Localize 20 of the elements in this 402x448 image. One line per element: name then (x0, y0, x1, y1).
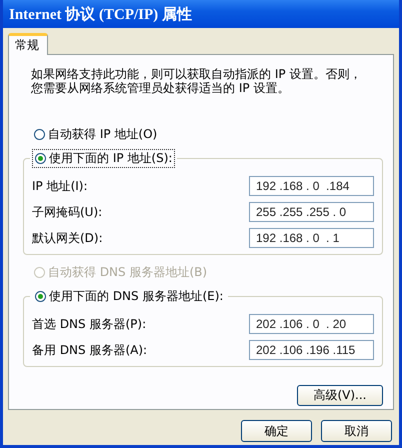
description-text: 如果网络支持此功能，则可以获取自动指派的 IP 设置。否则， (31, 67, 362, 81)
radio-option[interactable]: 使用下面的 DNS 服务器地址(E): (32, 287, 226, 306)
description-text: 您需要从网络系统管理员处获得适当的 IP 设置。 (31, 81, 290, 95)
radio-option[interactable]: 使用下面的 IP 地址(S): (32, 149, 176, 168)
ip-address-field[interactable]: 192 .168 . 0 .184 (249, 176, 374, 196)
dialog-button[interactable]: 取消 (321, 420, 392, 442)
ip-address-field[interactable]: 202 .106 .196 .115 (249, 340, 374, 360)
window-title: Internet 协议 (TCP/IP) 属性 (9, 5, 192, 24)
field-label: 备用 DNS 服务器(A): (32, 342, 148, 358)
ip-address-field[interactable]: 202 .106 . 0 . 20 (249, 314, 374, 334)
tab[interactable]: 常规 (8, 33, 48, 55)
field-label: IP 地址(I): (32, 178, 88, 194)
field-label: 首选 DNS 服务器(P): (32, 316, 146, 332)
advanced-button[interactable]: 高级(V)... (297, 385, 383, 406)
field-label: 子网掩码(U): (32, 204, 102, 220)
field-label: 默认网关(D): (32, 230, 103, 246)
ip-address-field[interactable]: 192 .168 . 0 . 1 (249, 228, 374, 248)
dialog-button[interactable]: 确定 (241, 420, 312, 442)
radio-option[interactable]: 自动获得 IP 地址(O) (31, 125, 160, 144)
ip-address-field[interactable]: 255 .255 .255 . 0 (249, 202, 374, 222)
